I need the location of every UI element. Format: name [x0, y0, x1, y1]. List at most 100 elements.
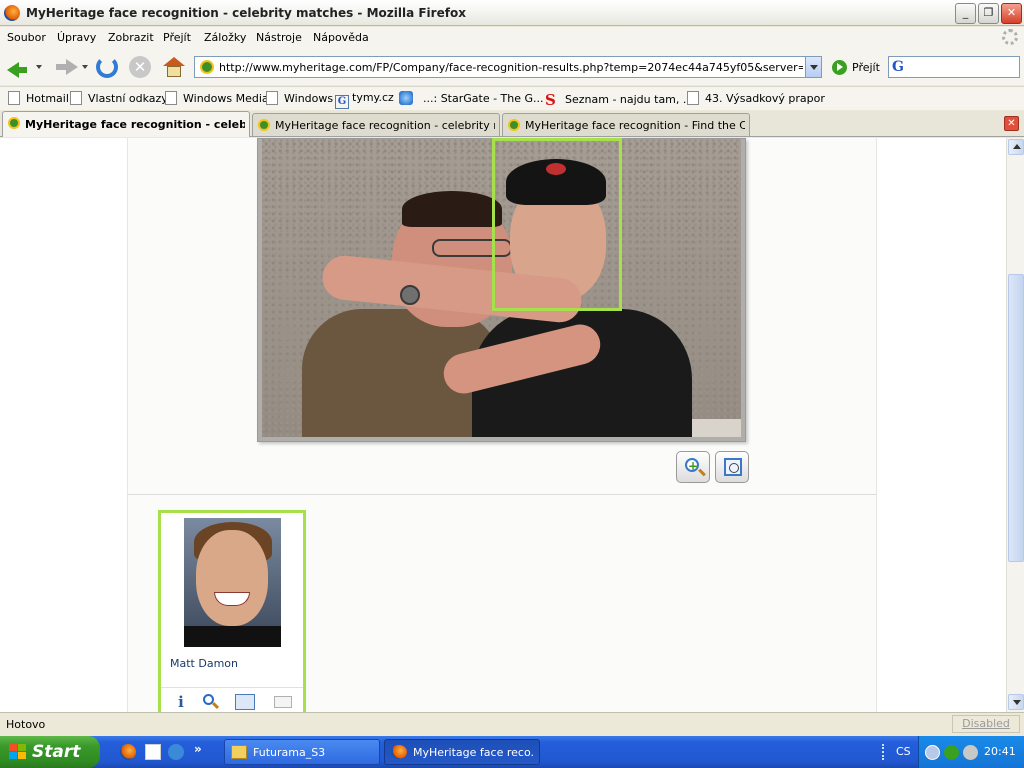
bookmark-vysadkovy-prapor[interactable]: 43. Výsadkový prapor — [687, 91, 825, 107]
search-input[interactable]: G — [888, 56, 1020, 78]
tab-label: MyHeritage face recognition - Find the C… — [525, 119, 745, 132]
bookmark-hotmail[interactable]: Hotmail — [8, 91, 69, 107]
address-dropdown-button[interactable] — [805, 57, 821, 77]
forward-button[interactable] — [50, 54, 78, 80]
menu-nastroje[interactable]: Nástroje — [256, 31, 302, 44]
bookmark-label: Windows Media — [183, 92, 269, 105]
page-icon — [8, 91, 20, 105]
site-favicon-icon — [200, 60, 214, 74]
close-tab-button[interactable]: ✕ — [1004, 116, 1019, 131]
vertical-scrollbar[interactable] — [1006, 138, 1024, 712]
menu-zobrazit[interactable]: Zobrazit — [108, 31, 154, 44]
throbber-icon — [1002, 29, 1018, 45]
windows-taskbar: Start » Futurama_S3 MyHeritage face reco… — [0, 736, 1024, 768]
celebrity-photo[interactable] — [184, 518, 281, 647]
scroll-up-button[interactable] — [1008, 139, 1024, 155]
bookmark-label: ...: StarGate - The G... — [423, 92, 544, 105]
taskbar-item-label: Futurama_S3 — [253, 746, 326, 759]
reload-button[interactable] — [94, 54, 120, 80]
mail-icon[interactable] — [274, 696, 292, 708]
folder-icon — [231, 745, 247, 759]
quicklaunch-more-button[interactable]: » — [194, 742, 202, 756]
firefox-quicklaunch-icon[interactable] — [120, 744, 136, 760]
bookmark-vlastni-odkazy[interactable]: Vlastní odkazy — [70, 91, 168, 107]
menu-bar: Soubor Úpravy Zobrazit Přejít Záložky Ná… — [0, 27, 1024, 49]
tray-grip — [882, 744, 886, 760]
menu-soubor[interactable]: Soubor — [7, 31, 46, 44]
tab-label: MyHeritage face recognition - celebri... — [25, 118, 245, 131]
network-icon[interactable] — [944, 745, 959, 760]
address-url[interactable]: http://www.myheritage.com/FP/Company/fac… — [219, 61, 803, 74]
status-indicator[interactable]: Disabled — [952, 715, 1020, 733]
volume-icon[interactable] — [963, 745, 978, 760]
back-button[interactable] — [4, 54, 30, 80]
system-tray: 20:41 — [918, 736, 1024, 768]
celebrity-name[interactable]: Matt Damon — [170, 657, 238, 670]
taskbar-item-myheritage[interactable]: MyHeritage face reco... — [384, 739, 540, 765]
bookmark-label: Windows — [284, 92, 334, 105]
go-button[interactable]: Přejít — [830, 59, 882, 77]
info-icon[interactable]: i — [173, 694, 189, 710]
bookmark-windows-media[interactable]: Windows Media — [165, 91, 269, 107]
bookmark-seznam[interactable]: S Seznam - najdu tam, ... — [545, 91, 693, 109]
bookmarks-toolbar: Hotmail Vlastní odkazy Windows Media Win… — [0, 86, 1024, 110]
firefox-icon — [4, 5, 20, 21]
stop-button[interactable]: ✕ — [127, 54, 153, 80]
tab-celebrity-matches[interactable]: MyHeritage face recognition - celebrity … — [252, 113, 500, 136]
search-icon[interactable] — [203, 694, 220, 710]
bookmark-label: Hotmail — [26, 92, 69, 105]
tab-bar: MyHeritage face recognition - celebri...… — [0, 111, 1024, 137]
window-titlebar: MyHeritage face recognition - celebrity … — [0, 0, 1024, 26]
celebrity-match-card[interactable]: Matt Damon i — [158, 510, 306, 712]
tab-find-the-celebrity[interactable]: MyHeritage face recognition - Find the C… — [502, 113, 750, 136]
page-icon — [165, 91, 177, 105]
close-button[interactable]: ✕ — [1001, 3, 1022, 24]
scroll-down-button[interactable] — [1008, 694, 1024, 710]
menu-upravy[interactable]: Úpravy — [57, 31, 96, 44]
bookmark-windows[interactable]: Windows — [266, 91, 333, 107]
stop-icon: ✕ — [129, 56, 151, 78]
window-title: MyHeritage face recognition - celebrity … — [26, 6, 466, 20]
scroll-thumb[interactable] — [1008, 274, 1024, 562]
taskbar-item-futurama[interactable]: Futurama_S3 — [224, 739, 380, 765]
forward-history-dropdown[interactable] — [82, 65, 88, 69]
start-label: Start — [32, 742, 81, 762]
page-icon — [266, 91, 278, 105]
myheritage-favicon-icon — [258, 119, 270, 131]
taskbar-item-label: MyHeritage face reco... — [413, 746, 535, 759]
menu-prejit[interactable]: Přejít — [163, 31, 191, 44]
status-bar: Hotovo Disabled — [0, 712, 1024, 734]
bookmark-label: Vlastní odkazy — [88, 92, 168, 105]
bookmark-label: 43. Výsadkový prapor — [705, 92, 825, 105]
menu-zalozky[interactable]: Záložky — [204, 31, 246, 44]
profile-card-icon[interactable] — [235, 694, 255, 710]
page-icon — [687, 91, 699, 105]
seznam-icon: S — [545, 91, 556, 109]
google-favicon-icon: G — [335, 95, 349, 109]
zoom-in-button[interactable]: + — [676, 451, 710, 483]
back-history-dropdown[interactable] — [36, 65, 42, 69]
chart-quicklaunch-icon[interactable] — [145, 744, 161, 760]
fit-to-frame-button[interactable] — [715, 451, 749, 483]
tray-expand-icon[interactable] — [925, 745, 940, 760]
maximize-button[interactable]: ❐ — [978, 3, 999, 24]
clock[interactable]: 20:41 — [984, 745, 1016, 758]
bookmark-label: tymy.cz — [352, 91, 394, 104]
back-arrow-icon — [7, 62, 27, 78]
tab-celebrity-matches-active[interactable]: MyHeritage face recognition - celebri... — [2, 111, 250, 137]
detected-face-box[interactable] — [492, 138, 622, 311]
browser-quicklaunch-icon[interactable] — [168, 744, 184, 760]
home-button[interactable] — [161, 54, 187, 80]
minimize-button[interactable]: _ — [955, 3, 976, 24]
menu-napoveda[interactable]: Nápověda — [313, 31, 369, 44]
section-divider — [127, 494, 877, 495]
address-bar[interactable]: http://www.myheritage.com/FP/Company/fac… — [194, 56, 822, 78]
language-indicator[interactable]: CS — [896, 745, 911, 758]
bookmark-tymy[interactable]: Gtymy.cz — [335, 91, 394, 109]
zoom-plus-glyph: + — [688, 459, 699, 473]
forward-arrow-icon — [56, 59, 78, 75]
reload-icon — [96, 56, 118, 78]
bookmark-stargate[interactable]: ...: StarGate - The G... — [399, 91, 544, 107]
start-button[interactable]: Start — [0, 736, 100, 768]
google-search-icon[interactable]: G — [892, 59, 910, 75]
